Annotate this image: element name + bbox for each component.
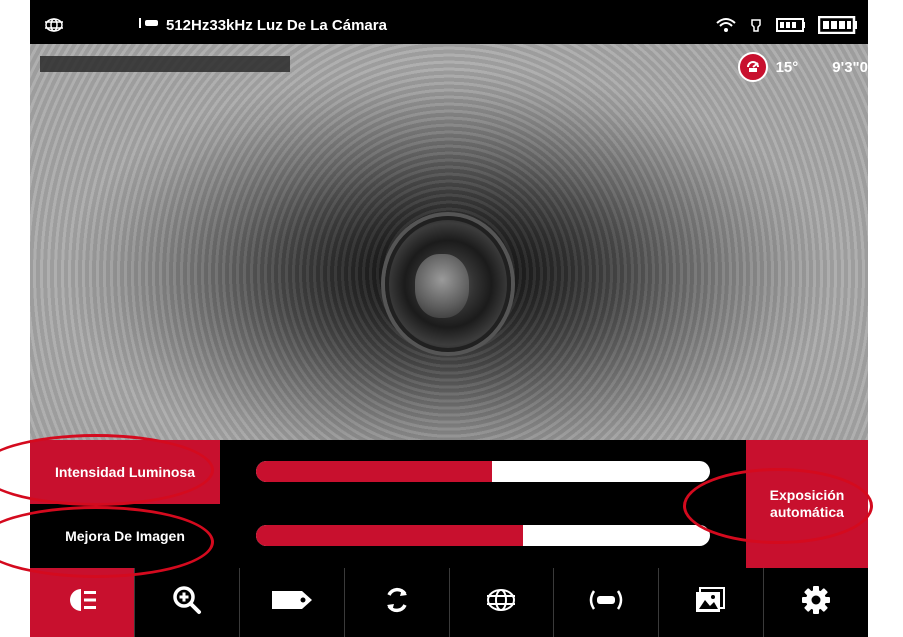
sonde-icon: [138, 16, 160, 34]
sonde-icon: [586, 587, 626, 618]
auto-exposure-button[interactable]: Exposición automática: [746, 440, 868, 568]
camera-info: 15° 9'3"0: [737, 52, 868, 82]
status-icons: [716, 15, 858, 39]
light-button[interactable]: [30, 568, 135, 637]
mejora-handle[interactable]: [523, 525, 534, 546]
grid-icon: [44, 17, 64, 38]
mejora-slider[interactable]: [256, 525, 710, 546]
overlay-text-bar: [40, 56, 290, 72]
battery-small-icon: [776, 18, 806, 37]
intensidad-fill: [256, 461, 497, 482]
frequency-text: 512Hz33kHz Luz De La Cámara: [166, 16, 387, 34]
device-screen: 512Hz33kHz Luz De La Cámara 15° 9'3"0 In…: [30, 0, 868, 637]
tilt-value: 15°: [775, 58, 799, 76]
mejora-label: Mejora De Imagen: [30, 504, 220, 568]
distance-value: 9'3"0: [832, 58, 868, 76]
tag-icon: [270, 588, 314, 617]
light-icon: [65, 587, 99, 618]
gallery-button[interactable]: [659, 568, 765, 637]
mejora-fill: [256, 525, 529, 546]
battery-large-icon: [817, 15, 858, 39]
wifi-icon: [716, 17, 736, 38]
camera-view[interactable]: 15° 9'3"0: [30, 44, 868, 440]
clinometer-icon: [737, 52, 768, 82]
gear-icon: [801, 585, 831, 620]
locator-button[interactable]: [450, 568, 555, 637]
frequency-label: 512Hz33kHz Luz De La Cámara: [138, 16, 387, 34]
tag-button[interactable]: [240, 568, 345, 637]
grid-icon: [486, 588, 516, 617]
settings-button[interactable]: [764, 568, 868, 637]
zoom-in-icon: [172, 585, 202, 620]
intensidad-label: Intensidad Luminosa: [30, 440, 220, 504]
bottom-toolbar: [30, 568, 868, 637]
sonde-button[interactable]: [554, 568, 660, 637]
flashlight-icon: [748, 17, 764, 38]
pipe-fitting: [415, 254, 469, 318]
image-controls-panel: Intensidad Luminosa Mejora De Imagen Exp…: [30, 440, 868, 568]
zoom-button[interactable]: [135, 568, 240, 637]
gallery-icon: [695, 586, 727, 619]
rotate-button[interactable]: [345, 568, 450, 637]
status-bar: 512Hz33kHz Luz De La Cámara: [30, 8, 868, 44]
rotate-icon: [383, 586, 411, 619]
intensidad-handle[interactable]: [491, 461, 502, 482]
intensidad-slider[interactable]: [256, 461, 710, 482]
